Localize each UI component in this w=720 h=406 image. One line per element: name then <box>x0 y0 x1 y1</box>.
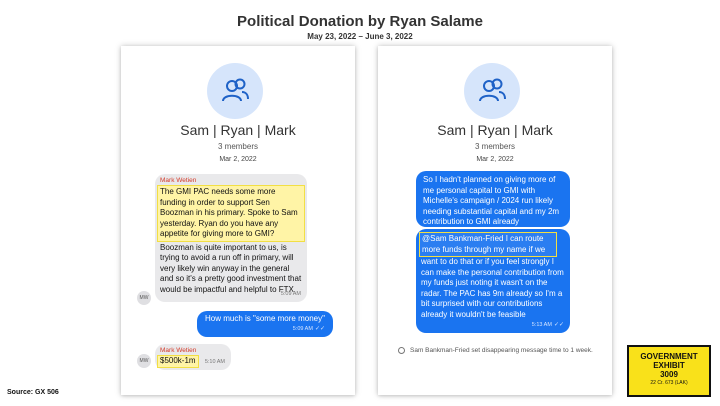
message-bubble-incoming[interactable]: Mark Wetien The GMI PAC needs some more … <box>155 174 307 302</box>
clock-icon <box>398 347 405 354</box>
sender-name: Mark Wetien <box>160 177 197 184</box>
highlighted-text: @Sam Bankman-Fried I can route more fund… <box>419 232 557 257</box>
message-text: So I hadn't planned on giving more of me… <box>423 175 560 226</box>
member-count[interactable]: 3 members <box>378 142 612 151</box>
source-note: Source: GX 506 <box>7 389 59 396</box>
exhibit-label: GOVERNMENT <box>640 352 698 361</box>
people-icon <box>222 78 249 102</box>
message-time: 5:10 AM <box>204 358 225 365</box>
message-text: want to do that or if you feel strongly … <box>421 257 564 319</box>
group-avatar[interactable] <box>207 63 263 119</box>
double-check-icon: ✓✓ <box>314 325 325 332</box>
message-bubble-incoming[interactable]: Mark Wetien $500k-1m 5:10 AM <box>155 344 231 370</box>
chat-screenshot-right: Sam | Ryan | Mark 3 members Mar 2, 2022 … <box>378 46 612 395</box>
message-time: 5:09 AM ✓✓ <box>292 325 325 332</box>
page-subtitle: May 23, 2022 – June 3, 2022 <box>307 32 413 41</box>
people-icon <box>479 78 506 102</box>
message-text: Boozman is quite important to us, is try… <box>160 242 302 294</box>
highlighted-text: $500k-1m <box>157 355 199 368</box>
date-separator: Mar 2, 2022 <box>476 156 514 163</box>
group-avatar[interactable] <box>464 63 520 119</box>
message-time: 5:13 AM ✓✓ <box>531 321 564 328</box>
avatar[interactable]: MW <box>137 354 151 368</box>
page-title: Political Donation by Ryan Salame <box>237 13 483 30</box>
member-count[interactable]: 3 members <box>121 142 355 151</box>
exhibit-case: 22 Cr. 673 (LAK) <box>650 380 688 386</box>
message-time: 5:09 AM <box>280 290 301 297</box>
exhibit-stamp: GOVERNMENT EXHIBIT 3009 22 Cr. 673 (LAK) <box>627 345 711 397</box>
chat-screenshot-left: Sam | Ryan | Mark 3 members Mar 2, 2022 … <box>121 46 355 395</box>
highlighted-text: The GMI PAC needs some more funding in o… <box>157 185 305 242</box>
exhibit-number: 3009 <box>660 370 678 379</box>
message-bubble-outgoing[interactable]: How much is "some more money" 5:09 AM ✓✓ <box>197 311 333 337</box>
group-name: Sam | Ryan | Mark <box>180 122 296 138</box>
double-check-icon: ✓✓ <box>553 321 564 328</box>
system-message: Sam Bankman-Fried set disappearing messa… <box>396 346 596 355</box>
message-bubble-outgoing[interactable]: @Sam Bankman-Fried I can route more fund… <box>416 229 570 333</box>
date-separator: Mar 2, 2022 <box>219 156 257 163</box>
exhibit-label: EXHIBIT <box>653 361 685 370</box>
group-name: Sam | Ryan | Mark <box>437 122 553 138</box>
sender-name: Mark Wetien <box>160 347 197 354</box>
avatar[interactable]: MW <box>137 291 151 305</box>
message-bubble-outgoing[interactable]: So I hadn't planned on giving more of me… <box>416 171 570 227</box>
